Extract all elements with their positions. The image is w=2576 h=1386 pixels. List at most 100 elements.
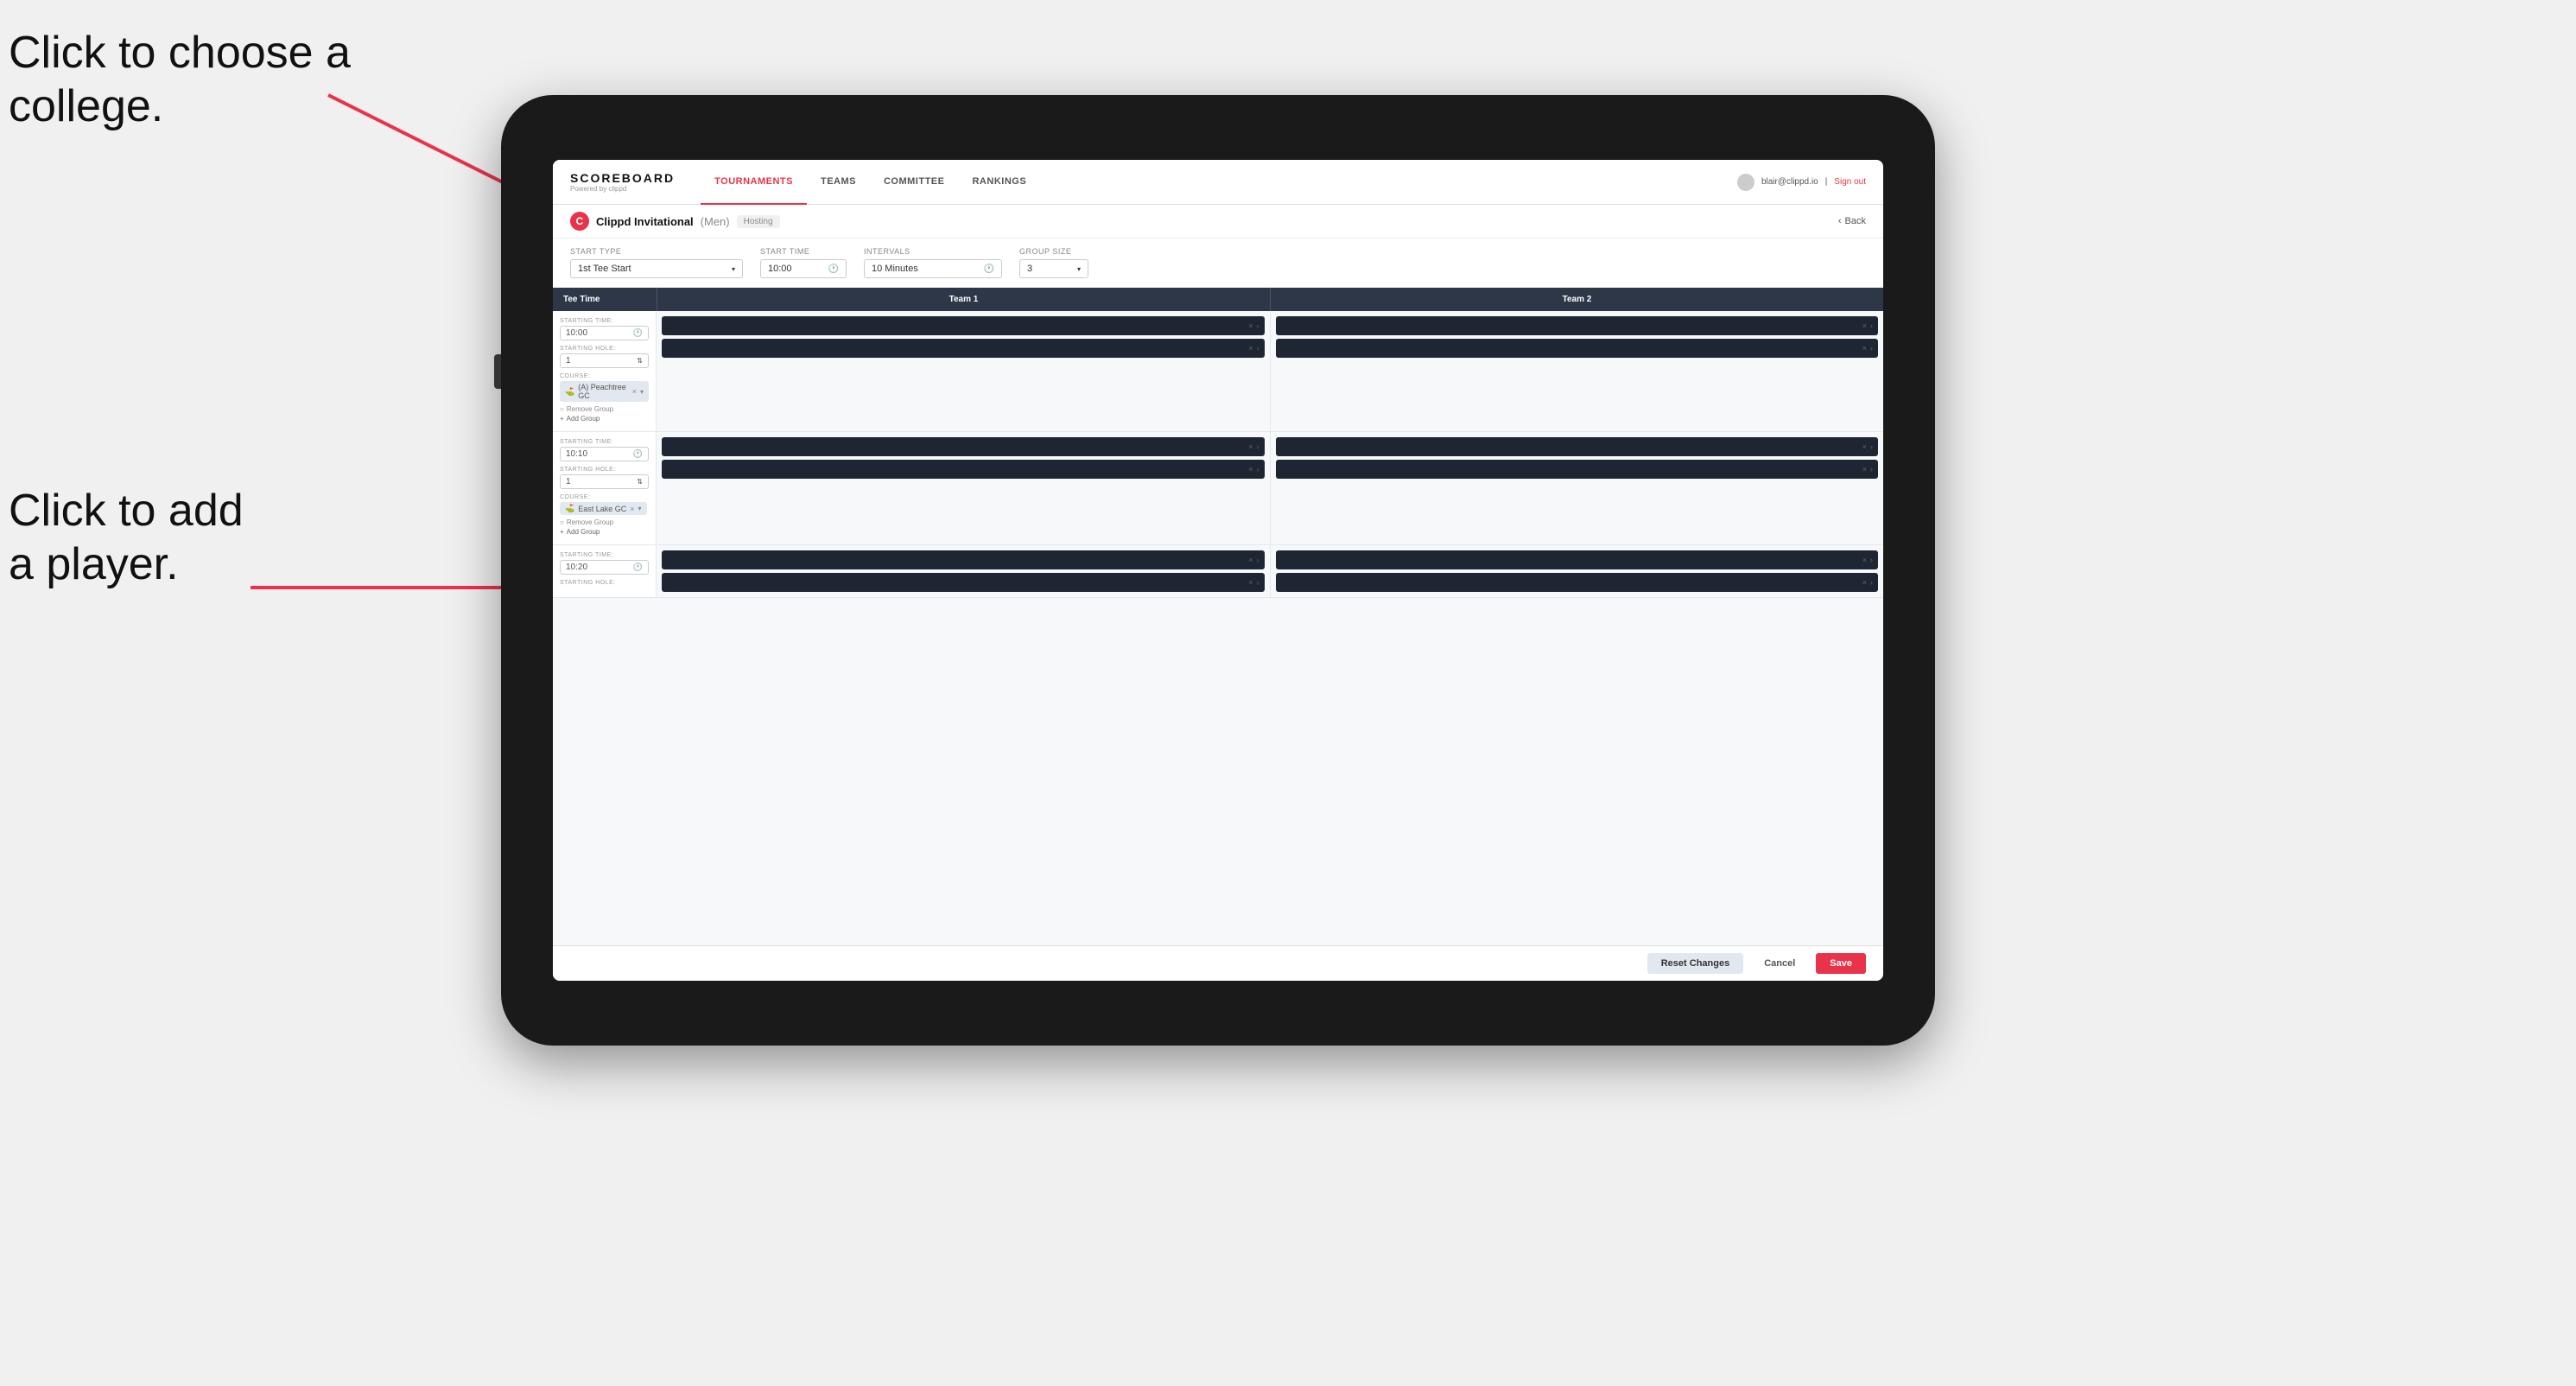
slot-x-icon-10[interactable]: × [1248,578,1253,587]
starting-hole-label-1: STARTING HOLE: [560,346,649,352]
hosting-badge: Hosting [737,215,780,228]
save-button[interactable]: Save [1816,953,1866,974]
slot-x-icon-6[interactable]: × [1248,465,1253,474]
clock-icon: 🕐 [828,264,839,274]
slot-x-icon[interactable]: × [1248,321,1253,330]
player-slot-5-2[interactable]: × › [662,573,1265,592]
team1-col-2: × › × › [657,432,1271,544]
tab-rankings[interactable]: RANKINGS [958,160,1040,205]
player-slot-4-2[interactable]: × › [1276,460,1879,479]
clippd-logo: C [570,212,589,231]
slot-chevron-icon-6[interactable]: › [1257,465,1259,474]
col-team1: Team 1 [657,288,1270,311]
reset-changes-button[interactable]: Reset Changes [1647,953,1743,974]
player-slot-5-1[interactable]: × › [662,550,1265,569]
logo-text: SCOREBOARD [570,171,675,185]
time-input-3[interactable]: 10:20 🕐 [560,560,649,575]
slot-x-icon-4[interactable]: × [1862,344,1867,353]
course-tag-2[interactable]: ⛳ East Lake GC × ▾ [560,502,647,515]
col-tee-time: Tee Time [553,288,657,311]
start-type-select[interactable]: 1st Tee Start [570,259,743,278]
slot-x-icon-12[interactable]: × [1862,578,1867,587]
col-team2: Team 2 [1270,288,1883,311]
teams-area-3: × › × › × › × [657,545,1883,597]
sub-header: C Clippd Invitational (Men) Hosting ‹ Ba… [553,205,1883,238]
tablet-frame: SCOREBOARD Powered by clippd TOURNAMENTS… [501,95,1935,1046]
slot-chevron-icon[interactable]: › [1257,321,1259,330]
tab-teams[interactable]: TEAMS [807,160,870,205]
slot-chevron-icon-5[interactable]: › [1257,442,1259,451]
add-group-link-2[interactable]: + Add Group [560,528,649,536]
course-name-1: (A) Peachtree GC [578,383,629,400]
slot-chevron-icon-4[interactable]: › [1870,344,1873,353]
nav-tabs: TOURNAMENTS TEAMS COMMITTEE RANKINGS [701,160,1737,205]
slot-x-icon-11[interactable]: × [1862,556,1867,564]
remove-group-link-2[interactable]: ○ Remove Group [560,518,649,526]
tee-left-1: STARTING TIME: 10:00 🕐 STARTING HOLE: 1 … [553,311,657,431]
course-remove-icon-2[interactable]: × [630,505,634,513]
add-group-link-1[interactable]: + Add Group [560,415,649,423]
course-label-2: COURSE: [560,494,649,500]
team2-col-3: × › × › [1271,545,1884,597]
hole-select-2[interactable]: 1 [560,474,649,489]
group-size-select[interactable]: 3 [1019,259,1088,278]
slot-x-icon-7[interactable]: × [1862,442,1867,451]
clock-icon-5: 🕐 [633,563,643,572]
app-footer: Reset Changes Cancel Save [553,945,1883,981]
slot-x-icon-8[interactable]: × [1862,465,1867,474]
slot-x-icon-3[interactable]: × [1862,321,1867,330]
time-input-1[interactable]: 10:00 🕐 [560,326,649,340]
tablet-screen: SCOREBOARD Powered by clippd TOURNAMENTS… [553,160,1883,981]
teams-area-1: × › × › × › × [657,311,1883,431]
slot-chevron-icon-9[interactable]: › [1257,556,1259,564]
header-right: blair@clippd.io | Sign out [1737,174,1866,191]
slot-chevron-icon-7[interactable]: › [1870,442,1873,451]
tournament-title: Clippd Invitational [596,215,694,228]
course-tag-1[interactable]: ⛳ (A) Peachtree GC × ▾ [560,381,649,402]
user-email: blair@clippd.io [1761,177,1818,187]
start-time-input[interactable]: 10:00 🕐 [760,259,847,278]
starting-time-label-2: STARTING TIME: [560,439,649,445]
annotation-choose-college: Click to choose a college. [9,26,351,134]
intervals-select[interactable]: 10 Minutes 🕐 [864,259,1002,278]
cancel-button[interactable]: Cancel [1750,953,1809,974]
back-button[interactable]: ‹ Back [1838,216,1866,226]
sign-out-link[interactable]: Sign out [1834,177,1866,187]
clock-icon-4: 🕐 [633,449,643,459]
tab-committee[interactable]: COMMITTEE [870,160,959,205]
player-slot-2-1[interactable]: × › [1276,316,1879,335]
table-header: Tee Time Team 1 Team 2 [553,288,1883,311]
player-slot-6-2[interactable]: × › [1276,573,1879,592]
tee-group-3: STARTING TIME: 10:20 🕐 STARTING HOLE: × … [553,545,1883,598]
player-slot-1-1[interactable]: × › [662,316,1265,335]
player-slot-2-2[interactable]: × › [1276,339,1879,358]
player-slot-1-2[interactable]: × › [662,339,1265,358]
tab-tournaments[interactable]: TOURNAMENTS [701,160,807,205]
slot-chevron-icon-12[interactable]: › [1870,578,1873,587]
team2-col-2: × › × › [1271,432,1884,544]
slot-chevron-icon-3[interactable]: › [1870,321,1873,330]
slot-chevron-icon-10[interactable]: › [1257,578,1259,587]
chevron-updown-icon-1 [637,356,643,366]
player-slot-3-1[interactable]: × › [662,437,1265,456]
slot-chevron-icon-11[interactable]: › [1870,556,1873,564]
slot-chevron-icon-2[interactable]: › [1257,344,1259,353]
slot-chevron-icon-8[interactable]: › [1870,465,1873,474]
course-chevron-icon-1[interactable]: ▾ [640,388,644,396]
player-slot-3-2[interactable]: × › [662,460,1265,479]
starting-time-label-3: STARTING TIME: [560,552,649,558]
course-chevron-icon-2[interactable]: ▾ [638,505,642,512]
slot-x-icon-5[interactable]: × [1248,442,1253,451]
slot-x-icon-9[interactable]: × [1248,556,1253,564]
slot-x-icon-2[interactable]: × [1248,344,1253,353]
time-input-2[interactable]: 10:10 🕐 [560,447,649,461]
player-slot-4-1[interactable]: × › [1276,437,1879,456]
course-remove-icon-1[interactable]: × [632,387,637,396]
chevron-updown-icon-2 [637,477,643,486]
intervals-group: Intervals 10 Minutes 🕐 [864,247,1002,278]
remove-group-link-1[interactable]: ○ Remove Group [560,405,649,413]
player-slot-6-1[interactable]: × › [1276,550,1879,569]
tee-left-3: STARTING TIME: 10:20 🕐 STARTING HOLE: [553,545,657,597]
start-type-group: Start Type 1st Tee Start [570,247,743,278]
hole-select-1[interactable]: 1 [560,353,649,368]
